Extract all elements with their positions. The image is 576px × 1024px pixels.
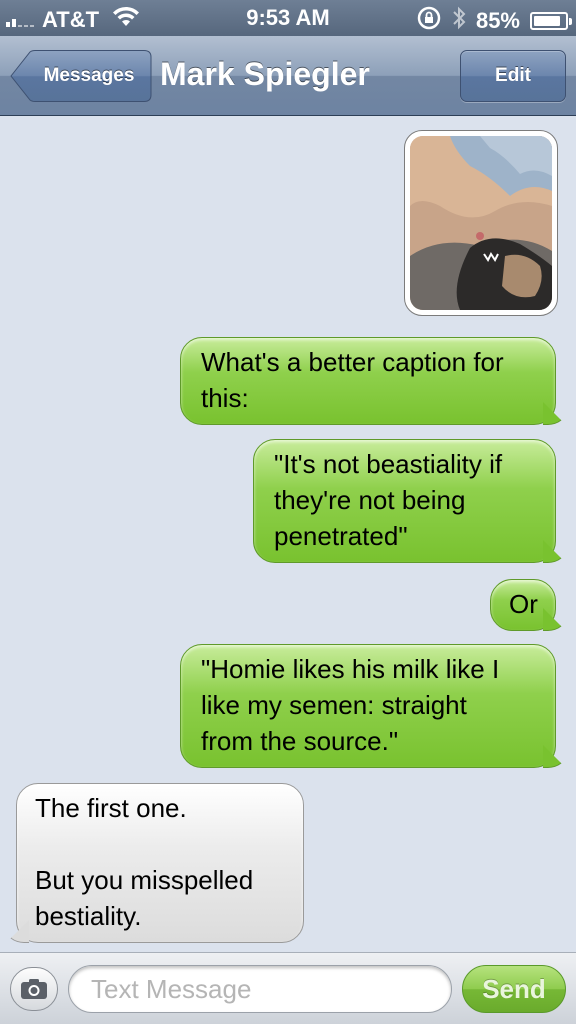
conversation-title: Mark Spiegler <box>160 56 370 92</box>
message-text: The first one. But you misspelled bestia… <box>35 793 254 931</box>
back-button[interactable]: Messages <box>10 50 152 102</box>
nav-bar: Messages Mark Spiegler Edit <box>0 36 576 116</box>
sent-message-bubble[interactable]: Or <box>490 579 556 631</box>
message-thread[interactable]: What's a better caption for this: "It's … <box>0 117 576 952</box>
rotation-lock-icon <box>416 5 442 37</box>
photo-attachment-icon <box>410 136 552 310</box>
camera-button[interactable] <box>10 967 58 1011</box>
bluetooth-icon <box>452 6 466 36</box>
received-message-bubble[interactable]: The first one. But you misspelled bestia… <box>16 783 304 943</box>
send-button[interactable]: Send <box>462 965 566 1013</box>
message-input[interactable] <box>68 965 452 1013</box>
camera-icon <box>21 979 47 999</box>
message-text: What's a better caption for this: <box>201 347 504 413</box>
edit-button[interactable]: Edit <box>460 50 566 102</box>
message-text: Or <box>509 589 538 619</box>
message-text: "It's not beastiality if they're not bei… <box>274 449 503 551</box>
status-right: 85% <box>416 5 572 37</box>
sent-message-bubble[interactable]: "Homie likes his milk like I like my sem… <box>180 644 556 768</box>
compose-bar: Send <box>0 952 576 1024</box>
battery-percent: 85% <box>475 8 520 33</box>
back-button-label: Messages <box>43 65 135 86</box>
battery-icon <box>530 12 572 30</box>
message-text: "Homie likes his milk like I like my sem… <box>201 654 500 756</box>
battery-fill <box>534 16 560 26</box>
photo-message[interactable] <box>404 130 558 316</box>
sent-message-bubble[interactable]: What's a better caption for this: <box>180 337 556 425</box>
sent-message-bubble[interactable]: "It's not beastiality if they're not bei… <box>253 439 556 563</box>
status-bar: AT&T 9:53 AM 85% <box>0 0 576 36</box>
